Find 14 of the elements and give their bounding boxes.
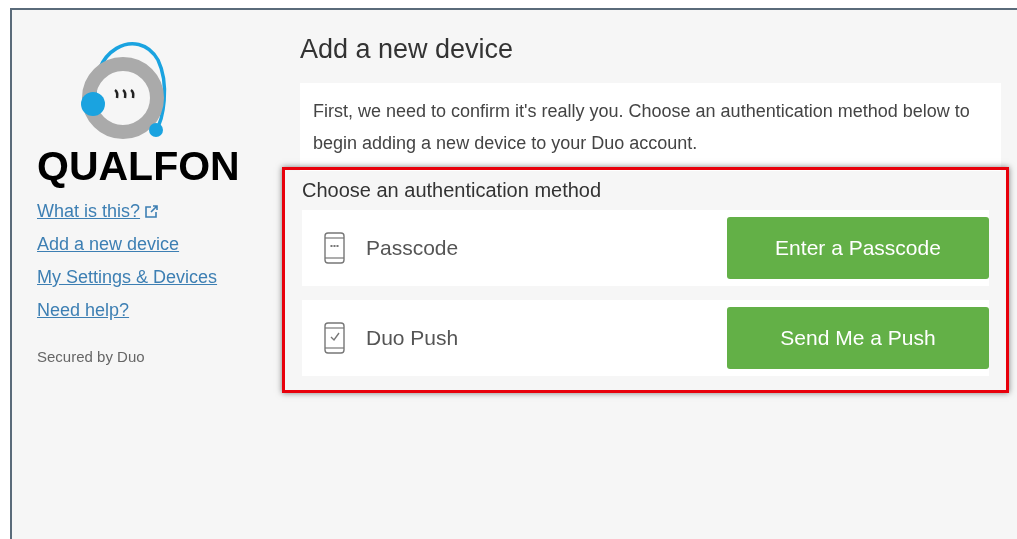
section-heading: Choose an authentication method xyxy=(302,180,603,200)
page-title: Add a new device xyxy=(300,36,515,63)
secured-by-text: Secured by Duo xyxy=(37,347,146,367)
phone-check-icon xyxy=(324,322,345,354)
method-button[interactable]: Enter a Passcode xyxy=(727,217,989,279)
sidebar-link[interactable]: My Settings & Devices xyxy=(37,265,218,289)
sidebar-link[interactable]: Add a new device xyxy=(37,232,180,256)
brand-name: QUALFON xyxy=(37,146,241,187)
method-label: Passcode xyxy=(366,235,460,262)
sidebar-link[interactable]: Need help? xyxy=(37,298,130,322)
sidebar-link[interactable]: What is this? xyxy=(37,199,141,223)
method-button[interactable]: Send Me a Push xyxy=(727,307,989,369)
phone-keypad-icon xyxy=(324,232,345,264)
method-label: Duo Push xyxy=(366,325,460,352)
